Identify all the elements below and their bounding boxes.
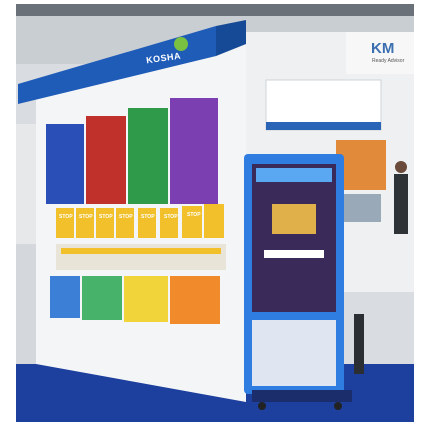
km-logo-subtitle: Ready Advisor (372, 58, 405, 64)
lower-poster-4 (170, 276, 220, 324)
lower-poster-1 (50, 276, 80, 318)
km-logo-text: KM (371, 40, 395, 57)
lower-poster-3 (124, 276, 168, 322)
stop-badge: STOP (187, 212, 201, 218)
stop-badge: STOP (164, 214, 178, 220)
booth-illustration (16, 4, 414, 422)
kiosk-screen-art (272, 204, 316, 234)
kiosk-base (252, 390, 352, 402)
visitor-head (395, 161, 407, 173)
kosha-emblem (174, 37, 188, 51)
poster-3 (128, 108, 168, 204)
lower-poster-2 (82, 276, 122, 320)
stop-badge: STOP (59, 214, 73, 220)
kiosk-banner (252, 320, 336, 386)
stop-badge: STOP (141, 214, 155, 220)
neighbor-shelf (341, 194, 381, 222)
brochure-row (61, 248, 221, 254)
visitor (394, 174, 408, 234)
ceiling-beam (16, 4, 414, 16)
kiosk-screen (252, 164, 336, 312)
poster-4 (170, 98, 218, 204)
neighbor-sign-stripe (266, 122, 381, 130)
stop-badge-row (56, 204, 224, 238)
kiosk-wheel-left (258, 402, 266, 410)
poster-1 (46, 124, 84, 204)
stop-badge: STOP (79, 214, 93, 220)
exhibition-booth-photo: KOSHA KM Ready Advisor STOP STOP STOP ST… (16, 4, 414, 422)
kiosk-wheel-right (334, 402, 342, 410)
stop-badge: STOP (99, 214, 113, 220)
stop-badge: STOP (119, 214, 133, 220)
person-legs (354, 314, 364, 374)
poster-2 (86, 116, 126, 204)
kiosk-screen-header (256, 168, 332, 182)
kiosk-screen-icons (264, 250, 324, 258)
brochure-rack (56, 244, 226, 270)
